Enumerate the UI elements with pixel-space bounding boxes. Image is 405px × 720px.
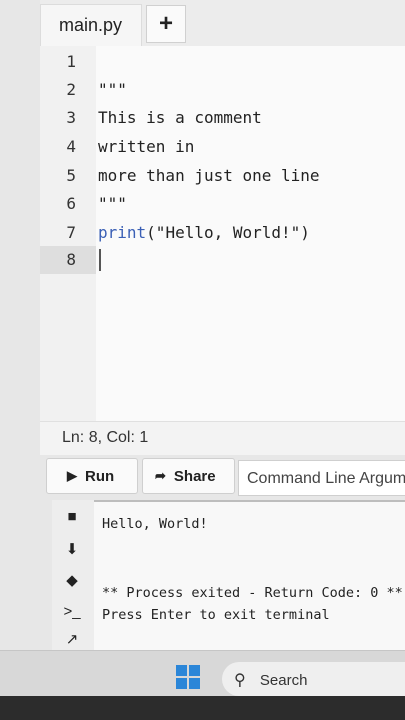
copy-icon[interactable]: ■ [62,508,82,528]
line-number: 2 [66,80,76,99]
text-cursor [99,249,101,271]
taskbar-search[interactable]: ⚲ Search [222,662,405,696]
code-line: more than just one line [98,166,320,185]
cursor-position: Ln: 8, Col: 1 [62,429,149,446]
play-icon: ▶ [67,468,77,483]
print-keyword: print [98,223,147,242]
eraser-icon[interactable]: ◆ [62,571,82,591]
code-line: """ [98,80,127,99]
screen-bezel [0,696,405,720]
code-line: print("Hello, World!") [98,219,310,247]
share-button[interactable]: ➦ Share [142,458,235,494]
terminal-line: Hello, World! [102,516,208,532]
plus-icon: + [158,10,173,37]
tab-main-py-label: main.py [59,15,123,35]
add-tab-button[interactable]: + [146,5,186,43]
download-icon[interactable]: ⬇ [62,540,82,560]
line-number: 8 [66,250,76,269]
status-bar: Ln: 8, Col: 1 [40,421,405,455]
windows-start-icon[interactable] [176,665,200,689]
search-icon: ⚲ [234,672,246,689]
code-line: This is a comment [98,108,262,127]
code-line: written in [98,137,195,156]
line-number: 7 [66,223,76,242]
line-number: 5 [66,166,76,185]
args-placeholder: Command Line Arguments [247,470,405,487]
run-label: Run [85,467,115,485]
run-button[interactable]: ▶ Run [46,458,138,494]
code-line: """ [98,194,127,213]
line-number: 6 [66,194,76,213]
share-label: Share [173,467,216,485]
terminal-line: ** Process exited - Return Code: 0 ** [102,585,403,601]
line-number: 4 [66,137,76,156]
expand-icon[interactable]: ↗ [62,630,82,650]
share-icon: ➦ [155,468,166,483]
search-label: Search [259,672,308,689]
line-number: 3 [66,108,76,127]
line-number: 1 [66,52,76,71]
command-line-arguments-input[interactable]: Command Line Arguments [238,460,405,496]
terminal-prompt-icon[interactable]: >_ [62,603,82,623]
print-args: ("Hello, World!") [146,223,310,242]
tab-main-py[interactable]: main.py [40,4,142,46]
terminal-line: Press Enter to exit terminal [102,607,330,623]
